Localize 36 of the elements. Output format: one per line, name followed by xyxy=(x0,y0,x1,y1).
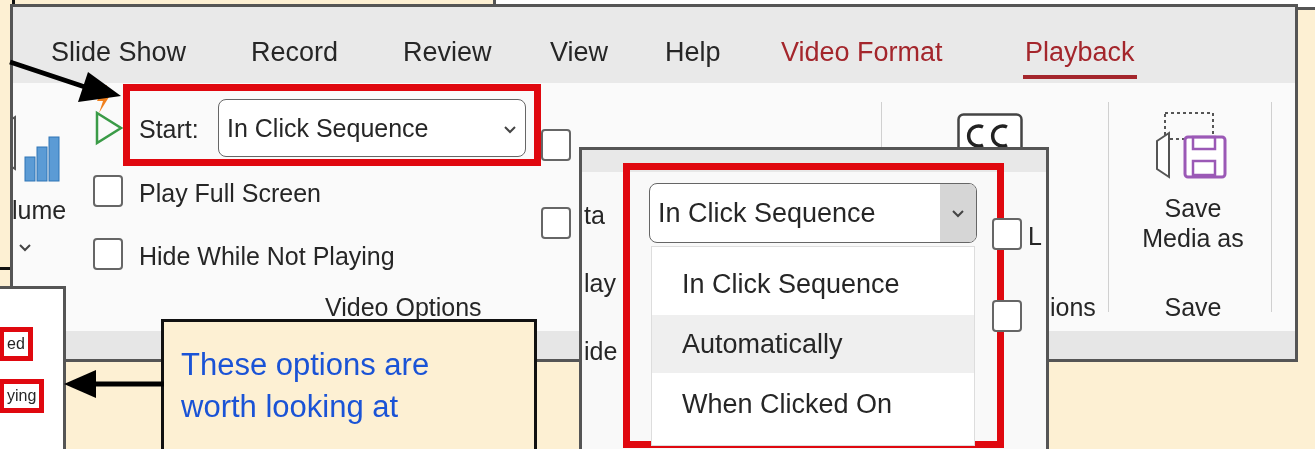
ribbon-tab[interactable]: Video Format xyxy=(779,35,945,75)
group-label: Video Options xyxy=(325,292,482,322)
checkbox-label: Play Full Screen xyxy=(139,178,322,208)
ribbon-tab[interactable]: Review xyxy=(401,35,494,75)
text-fragment: lay xyxy=(584,268,616,298)
ribbon-tab[interactable]: Help xyxy=(663,35,723,75)
checkbox[interactable] xyxy=(992,300,1022,332)
checkbox[interactable] xyxy=(541,207,571,239)
checkbox[interactable] xyxy=(93,238,123,270)
checkbox[interactable] xyxy=(992,218,1022,250)
chevron-icon xyxy=(503,125,517,135)
group-label: ions xyxy=(1050,292,1096,322)
start-dropdown[interactable]: In Click Sequence xyxy=(218,99,526,157)
chevron-icon[interactable] xyxy=(18,243,32,253)
text-fragment: ide xyxy=(584,336,618,366)
text-fragment: ying xyxy=(0,379,45,413)
start-label: Start: xyxy=(139,114,199,144)
callout-text: These options are worth looking at xyxy=(181,346,431,426)
volume-label: lume xyxy=(13,195,67,225)
ribbon-tab[interactable]: Slide Show xyxy=(49,35,189,75)
checkbox[interactable] xyxy=(541,129,571,161)
start-dropdown[interactable]: In Click Sequence xyxy=(649,183,977,243)
ribbon-tab[interactable]: Record xyxy=(249,35,341,75)
dropdown-option[interactable]: When Clicked On xyxy=(652,375,974,433)
dropdown-option[interactable]: In Click Sequence xyxy=(652,255,974,313)
group-label: Save xyxy=(1163,292,1223,322)
text-fragment: ta xyxy=(584,200,605,230)
save-media-button[interactable]: Save Media as xyxy=(1123,193,1263,253)
checkbox-label: Hide While Not Playing xyxy=(139,241,395,271)
chevron-icon[interactable] xyxy=(951,209,965,219)
dropdown-option[interactable]: Automatically xyxy=(652,315,974,373)
checkbox[interactable] xyxy=(93,175,123,207)
ribbon-tab[interactable]: Playback xyxy=(1023,35,1137,79)
text-fragment: ed xyxy=(0,327,33,361)
ribbon-tab[interactable]: View xyxy=(548,35,611,75)
text-fragment: L xyxy=(1028,221,1042,251)
